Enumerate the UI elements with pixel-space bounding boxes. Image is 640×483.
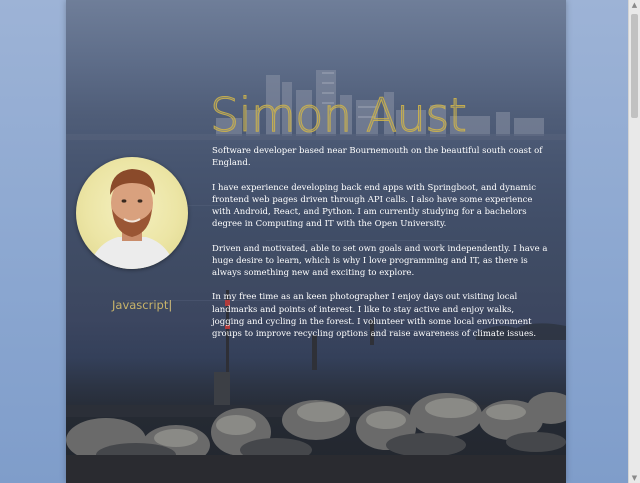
bio-section: Software developer based near Bournemout… (212, 145, 548, 352)
vertical-scrollbar[interactable]: ▲ ▼ (628, 0, 640, 483)
hero-card: Simon Aust Software developer based near… (66, 0, 566, 483)
scroll-down-arrow-icon[interactable]: ▼ (629, 473, 640, 483)
bio-paragraph: I have experience developing back end ap… (212, 182, 536, 230)
bio-paragraph: Software developer based near Bournemout… (212, 146, 543, 169)
profile-photo (88, 169, 176, 269)
page-title: Simon Aust (209, 88, 467, 143)
avatar (76, 157, 188, 269)
bio-paragraph: Driven and motivated, able to set own go… (212, 243, 548, 278)
scroll-up-arrow-icon[interactable]: ▲ (629, 0, 640, 10)
bio-paragraph: In my free time as an keen photographer … (212, 292, 537, 339)
scrollbar-thumb[interactable] (631, 14, 638, 118)
text-cursor: | (168, 298, 173, 312)
typed-skill-text: Javascript| (112, 298, 172, 312)
typed-skill-label: Javascript (112, 298, 169, 312)
